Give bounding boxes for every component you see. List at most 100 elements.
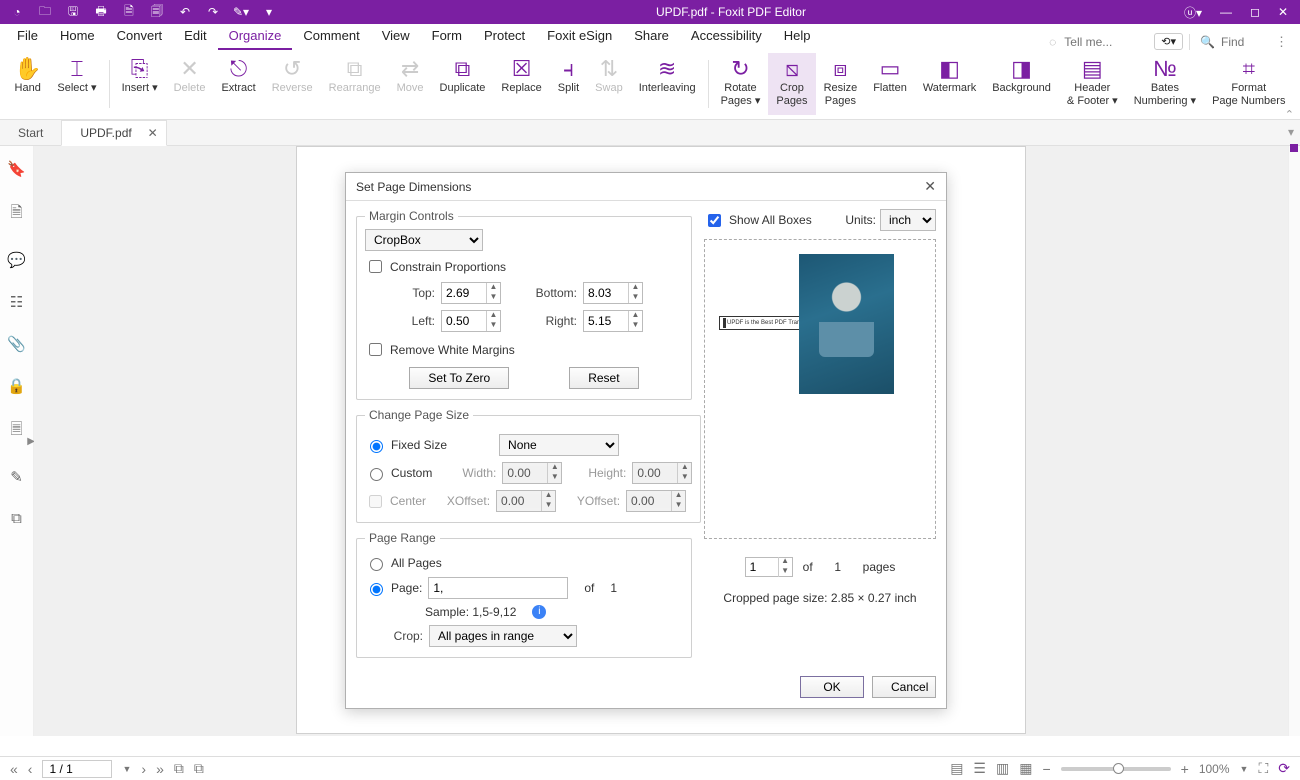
show-all-boxes-checkbox[interactable] <box>708 214 721 227</box>
left-input[interactable]: ▲▼ <box>441 310 501 332</box>
page-value-input[interactable] <box>428 577 568 599</box>
view-single-icon[interactable]: ▤ <box>950 760 963 777</box>
view-facing-icon[interactable]: ▥ <box>996 760 1009 777</box>
remove-margins-checkbox[interactable] <box>369 343 382 356</box>
tell-me[interactable]: ◌ <box>1049 34 1154 50</box>
field-icon[interactable]: 🗏 <box>10 419 22 444</box>
fixed-size-select[interactable]: None <box>499 434 619 456</box>
ribbon-extract[interactable]: ⎋Extract <box>213 53 263 115</box>
top-input[interactable]: ▲▼ <box>441 282 501 304</box>
redo-icon[interactable]: ↷ <box>204 5 222 19</box>
ok-button[interactable]: OK <box>800 676 864 698</box>
layers-icon[interactable]: ☷ <box>10 293 23 311</box>
info-icon[interactable]: i <box>532 605 546 619</box>
menu-form[interactable]: Form <box>421 24 473 50</box>
ribbon-flatten[interactable]: ▭Flatten <box>865 53 915 115</box>
view-cont-icon[interactable]: ☰ <box>973 760 986 777</box>
close-icon[interactable]: ✕ <box>1278 5 1288 19</box>
tab-document[interactable]: UPDF.pdf ✕ <box>61 120 166 146</box>
ribbon-insert[interactable]: ⎘Insert ▾ <box>114 53 166 115</box>
user-icon[interactable]: ⓤ▾ <box>1184 4 1202 21</box>
menu-view[interactable]: View <box>371 24 421 50</box>
tool-icon[interactable]: ✎▾ <box>232 5 250 19</box>
more-icon[interactable]: ▾ <box>260 5 278 19</box>
open-icon[interactable]: 🗀 <box>36 2 54 23</box>
signature-icon[interactable]: ✎ <box>10 468 23 486</box>
security-icon[interactable]: 🔒 <box>7 377 26 395</box>
reset-button[interactable]: Reset <box>569 367 638 389</box>
next-page-icon[interactable]: › <box>141 761 146 777</box>
set-to-zero-button[interactable]: Set To Zero <box>409 367 509 389</box>
last-page-icon[interactable]: » <box>156 761 164 777</box>
zoom-slider[interactable] <box>1061 767 1171 771</box>
ribbon-resize-pages[interactable]: ⧈ResizePages <box>816 53 866 115</box>
undo-icon[interactable]: ↶ <box>176 5 194 19</box>
menu-help[interactable]: Help <box>773 24 822 50</box>
box-type-select[interactable]: CropBox <box>365 229 483 251</box>
view-cont-facing-icon[interactable]: ▦ <box>1019 760 1032 777</box>
menu-accessibility[interactable]: Accessibility <box>680 24 773 50</box>
menu-home[interactable]: Home <box>49 24 106 50</box>
menu-protect[interactable]: Protect <box>473 24 536 50</box>
find-input[interactable] <box>1219 34 1269 50</box>
fixed-size-radio[interactable] <box>370 440 383 453</box>
units-select[interactable]: inch <box>880 209 936 231</box>
ribbon-duplicate[interactable]: ⧉Duplicate <box>432 53 494 115</box>
zoom-in-icon[interactable]: + <box>1181 761 1189 777</box>
zoom-out-icon[interactable]: − <box>1042 761 1050 777</box>
menu-comment[interactable]: Comment <box>292 24 370 50</box>
copy-page-icon[interactable]: ⧉ <box>174 760 184 777</box>
preview-page-input[interactable]: ▲▼ <box>745 557 793 577</box>
ribbon-hand[interactable]: ✋Hand <box>6 53 49 115</box>
app-icon[interactable]: ◔ <box>8 5 26 19</box>
bookmark-icon[interactable]: 🔖 <box>7 160 26 178</box>
page-icon[interactable]: 🗎 <box>120 2 138 23</box>
menu-file[interactable]: File <box>6 24 49 50</box>
ribbon-background[interactable]: ◨Background <box>984 53 1059 115</box>
dialog-close-icon[interactable]: ✕ <box>924 178 936 195</box>
menu-foxit-esign[interactable]: Foxit eSign <box>536 24 623 50</box>
pages-panel-icon[interactable]: 🗎 <box>10 202 22 227</box>
all-pages-radio[interactable] <box>370 558 383 571</box>
page-number-input[interactable] <box>42 760 112 778</box>
comments-icon[interactable]: 💬 <box>7 251 26 269</box>
ribbon-select[interactable]: ⌶Select ▾ <box>49 53 104 115</box>
find-box[interactable]: 🔍 <box>1189 34 1269 50</box>
ribbon-bates-numbering[interactable]: №BatesNumbering ▾ <box>1126 53 1204 115</box>
pages-icon[interactable]: 🗐 <box>148 2 166 23</box>
zoom-dropdown-icon[interactable]: ▼ <box>1240 764 1249 774</box>
right-input[interactable]: ▲▼ <box>583 310 643 332</box>
ribbon-rotate-pages[interactable]: ↻RotatePages ▾ <box>713 53 769 115</box>
first-page-icon[interactable]: « <box>10 761 18 777</box>
cancel-button[interactable]: Cancel <box>872 676 936 698</box>
tellme-input[interactable] <box>1062 34 1142 50</box>
ribbon-split[interactable]: ⫞Split <box>550 53 587 115</box>
menu-organize[interactable]: Organize <box>218 24 293 50</box>
bottom-input[interactable]: ▲▼ <box>583 282 643 304</box>
reflow-icon[interactable]: ⟳ <box>1278 760 1290 777</box>
compare-icon[interactable]: ⧉ <box>11 510 22 527</box>
page-dropdown-icon[interactable]: ▼ <box>122 764 131 774</box>
tabs-dropdown-icon[interactable]: ▾ <box>1288 125 1294 139</box>
view-options[interactable]: ⟲▾ <box>1154 33 1183 50</box>
ribbon-format-page-numbers[interactable]: ⌗FormatPage Numbers <box>1204 53 1293 115</box>
ribbon-header-footer[interactable]: ▤Header& Footer ▾ <box>1059 53 1126 115</box>
tab-close-icon[interactable]: ✕ <box>148 126 158 140</box>
ribbon-replace[interactable]: ☒Replace <box>493 53 549 115</box>
save-icon[interactable]: 🖫 <box>64 2 82 23</box>
menu-convert[interactable]: Convert <box>106 24 174 50</box>
crop-select[interactable]: All pages in range <box>429 625 577 647</box>
ribbon-crop-pages[interactable]: ⧅CropPages <box>768 53 815 115</box>
custom-radio[interactable] <box>370 468 383 481</box>
page-radio[interactable] <box>370 583 383 596</box>
fullscreen-icon[interactable]: ⛶ <box>1258 760 1268 777</box>
maximize-icon[interactable]: ◻ <box>1250 5 1260 19</box>
ribbon-watermark[interactable]: ◧Watermark <box>915 53 984 115</box>
ribbon-interleaving[interactable]: ≋Interleaving <box>631 53 704 115</box>
menu-edit[interactable]: Edit <box>173 24 217 50</box>
prev-page-icon[interactable]: ‹ <box>28 761 33 777</box>
print-icon[interactable]: 🖶 <box>92 2 110 23</box>
attachments-icon[interactable]: 📎 <box>7 335 26 353</box>
constrain-checkbox[interactable] <box>369 260 382 273</box>
minimize-icon[interactable]: — <box>1220 5 1232 19</box>
